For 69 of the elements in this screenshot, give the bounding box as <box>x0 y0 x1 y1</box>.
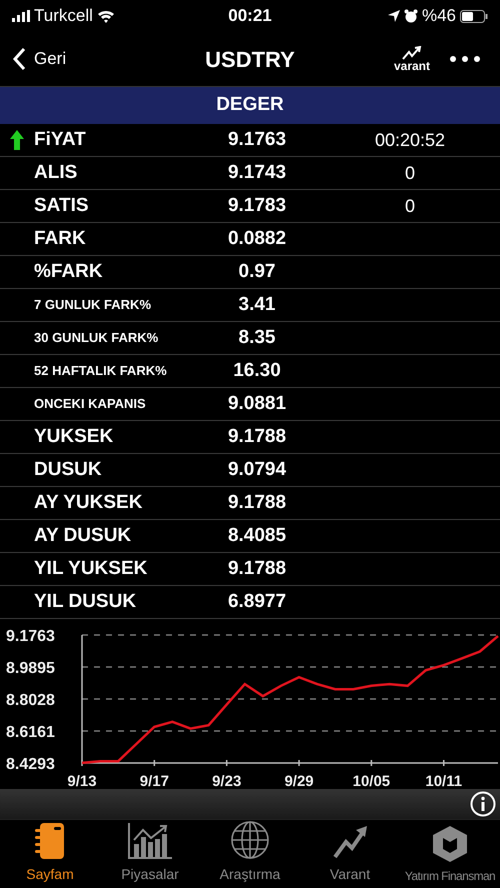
row-label: AY YUKSEK <box>34 490 144 515</box>
section-header: DEGER <box>0 86 500 124</box>
row-value: 0.97 <box>238 260 276 284</box>
row-value: 9.1783 <box>226 194 288 218</box>
signal-icon <box>12 10 30 22</box>
y-tick-label: 8.8028 <box>6 692 55 709</box>
battery-icon <box>460 10 488 22</box>
globe-icon <box>230 820 270 860</box>
trend-arrow-icon <box>402 46 422 60</box>
carrier-name: Turkcell <box>34 5 93 28</box>
tab[interactable]: Araştırma <box>200 820 300 888</box>
x-tick-label: 10/05 <box>352 773 390 789</box>
trend-arrow-icon <box>332 824 368 860</box>
chevron-left-icon <box>12 47 26 71</box>
row-value: 8.4085 <box>226 524 288 548</box>
row-label: 7 GUNLUK FARK% <box>34 296 152 314</box>
row-label: FARK <box>34 226 87 251</box>
y-tick-label: 8.4293 <box>6 756 55 773</box>
row-label: %FARK <box>34 260 104 284</box>
y-tick-label: 9.1763 <box>6 628 55 645</box>
row-label: AY DUSUK <box>34 524 132 548</box>
tab[interactable]: Yatırım Finansman <box>400 820 500 888</box>
tab[interactable]: Piyasalar <box>100 820 200 888</box>
battery-percent: %46 <box>422 5 456 28</box>
back-button[interactable]: Geri <box>12 46 152 72</box>
x-tick-label: 9/17 <box>140 773 169 789</box>
row-extra: 00:20:52 <box>374 128 446 152</box>
y-tick-label: 8.6161 <box>6 724 55 741</box>
cube-logo-icon <box>431 825 469 863</box>
row-label: DUSUK <box>34 458 103 482</box>
bar-chart-icon <box>127 822 173 860</box>
location-icon <box>388 10 400 22</box>
x-tick-label: 9/29 <box>284 773 314 789</box>
row-label: YIL YUKSEK <box>34 556 148 581</box>
row-label: 30 GUNLUK FARK% <box>34 329 160 348</box>
row-label: FiYAT <box>34 128 87 152</box>
row-label: 52 HAFTALIK FARK% <box>34 362 168 380</box>
row-value: 16.30 <box>232 358 282 383</box>
y-tick-label: 8.9895 <box>6 660 55 677</box>
x-tick-label: 9/23 <box>212 773 242 789</box>
row-value: 9.1763 <box>226 128 288 152</box>
x-tick-label: 10/11 <box>425 773 462 789</box>
row-value: 0.0882 <box>226 226 288 251</box>
wifi-icon <box>96 9 115 23</box>
row-label: ONCEKI KAPANIS <box>34 395 147 414</box>
tab[interactable]: Sayfam <box>0 820 100 888</box>
x-tick-label: 9/13 <box>67 773 97 789</box>
row-label: SATIS <box>34 194 90 218</box>
row-label: YUKSEK <box>34 424 114 449</box>
row-value: 8.35 <box>238 326 276 350</box>
row-value: 9.0794 <box>226 458 288 482</box>
tab[interactable]: Varant <box>300 820 400 888</box>
row-label: ALIS <box>34 160 78 185</box>
row-value: 9.1788 <box>226 556 288 581</box>
row-label: YIL DUSUK <box>34 590 138 614</box>
clock: 00:21 <box>227 5 273 28</box>
info-icon[interactable] <box>470 791 496 817</box>
row-value: 9.0881 <box>226 392 288 416</box>
screen-title: USDTRY <box>204 46 296 74</box>
row-extra: 0 <box>404 162 415 184</box>
varant-button[interactable]: varant <box>394 46 430 72</box>
more-icon[interactable] <box>450 56 480 62</box>
row-value: 9.1788 <box>226 490 288 515</box>
row-extra: 0 <box>404 194 415 218</box>
row-value: 9.1788 <box>226 424 288 449</box>
row-value: 6.8977 <box>226 590 288 614</box>
row-value: 9.1743 <box>226 160 288 185</box>
notebook-icon <box>34 822 66 860</box>
row-value: 3.41 <box>238 292 276 317</box>
